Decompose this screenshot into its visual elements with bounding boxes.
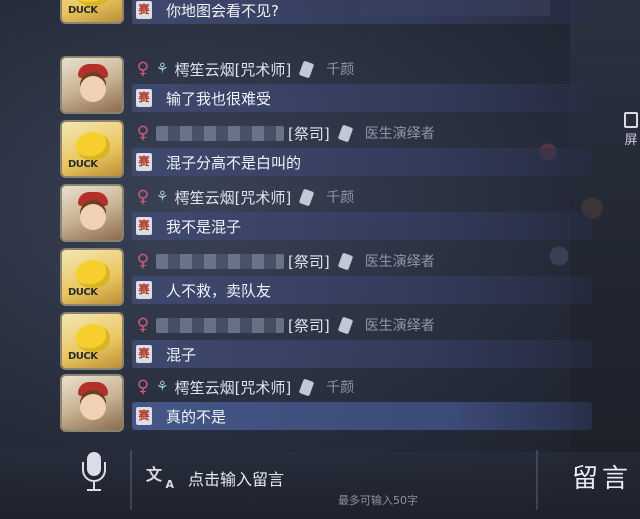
season-badge: 赛 (136, 407, 152, 425)
message-bubble: 赛 你地图会看不见? (132, 0, 592, 24)
char-limit-hint: 最多可输入50字 (338, 494, 418, 507)
duck-avatar[interactable] (60, 312, 124, 370)
message-text: 输了我也很难受 (166, 89, 272, 108)
sender-title[interactable]: [祭司] (288, 251, 330, 272)
message-bubble: 赛 混子 (132, 340, 592, 368)
sender-name[interactable]: 樗笙云烟[咒术师] (175, 59, 292, 80)
sender-role: 千颜 (326, 62, 355, 78)
divider (536, 450, 538, 510)
girl-avatar[interactable] (60, 184, 124, 242)
feather-badge-icon (299, 60, 315, 78)
redacted-name (156, 125, 284, 141)
post-message-button[interactable]: 留言 (572, 458, 632, 495)
message-header: ♀ [祭司] 医生演绎者 (136, 250, 435, 272)
message-bubble: 赛 我不是混子 (132, 212, 592, 240)
microphone-icon[interactable] (80, 452, 108, 494)
female-icon: ♀ (136, 123, 150, 143)
message-bubble: 赛 输了我也很难受 (132, 84, 592, 112)
message-row: 赛 你地图会看不见? (60, 0, 605, 30)
voice-to-text-icon[interactable]: 文A (146, 461, 174, 491)
message-header: ♀ ⚘ 樗笙云烟[咒术师] 千颜 (136, 186, 355, 208)
duck-avatar[interactable] (60, 248, 124, 306)
message-text: 混子分高不是白叫的 (166, 153, 302, 172)
season-badge: 赛 (136, 153, 152, 171)
message-row: ♀ [祭司] 医生演绎者 赛 混子 (60, 310, 605, 374)
duck-avatar[interactable] (60, 120, 124, 178)
sender-role: 千颜 (326, 380, 355, 396)
message-row: ♀ ⚘ 樗笙云烟[咒术师] 千颜 赛 输了我也很难受 (60, 54, 605, 118)
female-icon: ♀ (136, 315, 150, 335)
sender-role: 医生演绎者 (364, 318, 435, 334)
redacted-name (156, 253, 284, 269)
message-row: ♀ ⚘ 樗笙云烟[咒术师] 千颜 赛 真的不是 (60, 372, 605, 436)
female-icon: ♀ (136, 187, 150, 207)
feather-badge-icon (299, 378, 315, 396)
female-icon: ♀ (136, 59, 150, 79)
sender-name[interactable]: 樗笙云烟[咒术师] (175, 187, 292, 208)
feather-badge-icon (299, 188, 315, 206)
girl-avatar[interactable] (60, 56, 124, 114)
message-text: 你地图会看不见? (166, 1, 279, 20)
message-text: 我不是混子 (166, 217, 242, 236)
message-text: 混子 (166, 345, 197, 364)
message-text: 真的不是 (166, 407, 227, 426)
message-feed[interactable]: 赛 你地图会看不见? ♀ ⚘ 樗笙云烟[咒术师] 千颜 赛 输了我也很难受 ♀ … (60, 0, 605, 452)
female-icon: ♀ (136, 251, 150, 271)
duck-avatar[interactable] (60, 0, 124, 24)
message-header: ♀ ⚘ 樗笙云烟[咒术师] 千颜 (136, 58, 355, 80)
season-badge: 赛 (136, 281, 152, 299)
deer-antler-icon: ⚘ (156, 379, 169, 395)
season-badge: 赛 (136, 345, 152, 363)
feather-badge-icon (337, 252, 353, 270)
divider (130, 450, 132, 510)
message-row: ♀ ⚘ 樗笙云烟[咒术师] 千颜 赛 我不是混子 (60, 182, 605, 246)
message-header: ♀ [祭司] 医生演绎者 (136, 314, 435, 336)
message-row: ♀ [祭司] 医生演绎者 赛 混子分高不是白叫的 (60, 118, 605, 182)
girl-avatar[interactable] (60, 374, 124, 432)
season-badge: 赛 (136, 217, 152, 235)
message-header: ♀ [祭司] 医生演绎者 (136, 122, 435, 144)
side-tab[interactable]: 屏 (622, 112, 640, 150)
season-badge: 赛 (136, 1, 152, 19)
message-text: 人不救，卖队友 (166, 281, 272, 300)
season-badge: 赛 (136, 89, 152, 107)
feather-badge-icon (337, 316, 353, 334)
deer-antler-icon: ⚘ (156, 189, 169, 205)
female-icon: ♀ (136, 377, 150, 397)
sender-name[interactable]: 樗笙云烟[咒术师] (175, 377, 292, 398)
redacted-name (156, 317, 284, 333)
message-row: ♀ [祭司] 医生演绎者 赛 人不救，卖队友 (60, 246, 605, 310)
side-tab-label: 屏 (624, 133, 638, 148)
sender-role: 医生演绎者 (364, 254, 435, 270)
message-bubble: 赛 真的不是 (132, 402, 592, 430)
feather-badge-icon (337, 124, 353, 142)
message-header: ♀ ⚘ 樗笙云烟[咒术师] 千颜 (136, 376, 355, 398)
sender-role: 医生演绎者 (364, 126, 435, 142)
sender-role: 千颜 (326, 190, 355, 206)
deer-antler-icon: ⚘ (156, 61, 169, 77)
sender-title[interactable]: [祭司] (288, 315, 330, 336)
message-bubble: 赛 混子分高不是白叫的 (132, 148, 592, 176)
message-input[interactable]: 点击输入留言 (188, 466, 284, 490)
message-bubble: 赛 人不救，卖队友 (132, 276, 592, 304)
sender-title[interactable]: [祭司] (288, 123, 330, 144)
message-icon (624, 112, 638, 128)
